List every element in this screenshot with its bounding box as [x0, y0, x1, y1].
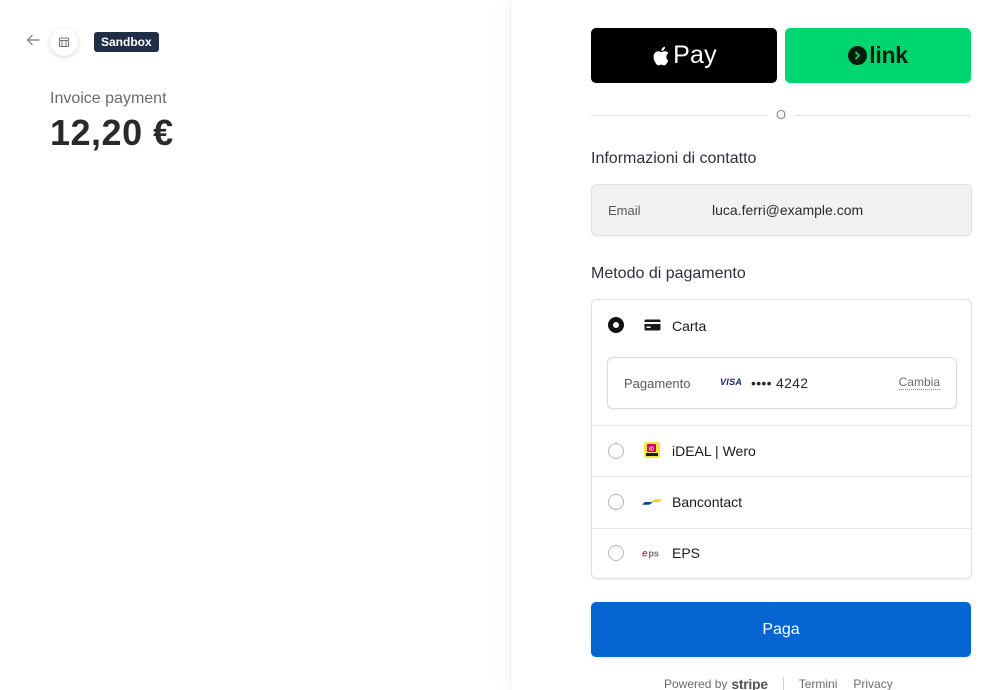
checkout-panel: Pay link O Informazioni di contatto Emai… — [510, 0, 1000, 690]
eps-icon: e ps — [642, 545, 662, 561]
arrow-left-icon — [26, 34, 40, 46]
svg-text:ps: ps — [648, 549, 659, 559]
footer-separator — [782, 676, 784, 690]
footer: Powered by stripe Termini Privacy — [664, 676, 909, 690]
apple-pay-button[interactable]: Pay — [591, 28, 777, 83]
pay-button[interactable]: Paga — [591, 602, 971, 657]
payment-option-bancontact[interactable]: Bancontact — [592, 477, 971, 528]
bancontact-label: Bancontact — [672, 494, 743, 510]
link-arrow-icon — [848, 46, 868, 65]
eps-radio[interactable] — [608, 545, 624, 561]
storefront-icon — [59, 37, 69, 47]
apple-pay-label: Pay — [673, 41, 717, 69]
link-label: link — [869, 42, 908, 68]
terms-link[interactable]: Termini — [799, 677, 838, 690]
saved-card-label: Pagamento — [624, 376, 691, 391]
svg-text:e: e — [642, 549, 648, 560]
or-divider: O — [591, 105, 971, 125]
card-radio[interactable] — [608, 317, 624, 333]
bancontact-icon — [642, 494, 662, 510]
sandbox-badge: Sandbox — [94, 32, 159, 52]
powered-by-stripe[interactable]: Powered by stripe — [664, 676, 768, 690]
ideal-icon: iD — [642, 442, 662, 458]
invoice-amount: 12,20 € — [50, 112, 174, 153]
change-card-link[interactable]: Cambia — [898, 376, 940, 390]
stripe-logo: stripe — [731, 676, 768, 690]
invoice-label: Invoice payment — [50, 90, 167, 107]
visa-logo-icon: VISA — [720, 377, 743, 387]
saved-card-field[interactable]: Pagamento VISA •••• 4242 Cambia — [607, 357, 957, 409]
eps-label: EPS — [672, 545, 701, 561]
privacy-link[interactable]: Privacy — [853, 677, 892, 690]
payment-method-title: Metodo di pagamento — [591, 265, 746, 282]
payment-option-eps[interactable]: e ps EPS — [592, 529, 971, 579]
contact-section-title: Informazioni di contatto — [591, 150, 757, 167]
back-button[interactable] — [26, 33, 44, 51]
credit-card-icon — [642, 317, 662, 333]
payment-method-list: Carta Pagamento VISA •••• 4242 Cambia iD… — [591, 299, 972, 579]
powered-by-text: Powered by — [664, 677, 728, 690]
link-pay-button[interactable]: link — [785, 28, 971, 83]
email-field[interactable]: Email luca.ferri@example.com — [591, 184, 972, 236]
card-number: •••• 4242 — [751, 375, 809, 391]
payment-option-ideal[interactable]: iD iDEAL | Wero — [592, 426, 971, 476]
store-icon[interactable] — [50, 28, 78, 56]
apple-logo-icon — [653, 46, 669, 65]
ideal-label: iDEAL | Wero — [672, 443, 756, 459]
email-value[interactable]: luca.ferri@example.com — [712, 202, 863, 218]
payment-option-card[interactable]: Carta Pagamento VISA •••• 4242 Cambia — [592, 300, 971, 425]
card-label: Carta — [672, 318, 707, 334]
ideal-radio[interactable] — [608, 443, 624, 459]
email-label: Email — [608, 203, 641, 218]
svg-text:iD: iD — [649, 446, 654, 452]
order-summary-panel: Sandbox Invoice payment 12,20 € — [0, 0, 510, 690]
bancontact-radio[interactable] — [608, 494, 624, 510]
